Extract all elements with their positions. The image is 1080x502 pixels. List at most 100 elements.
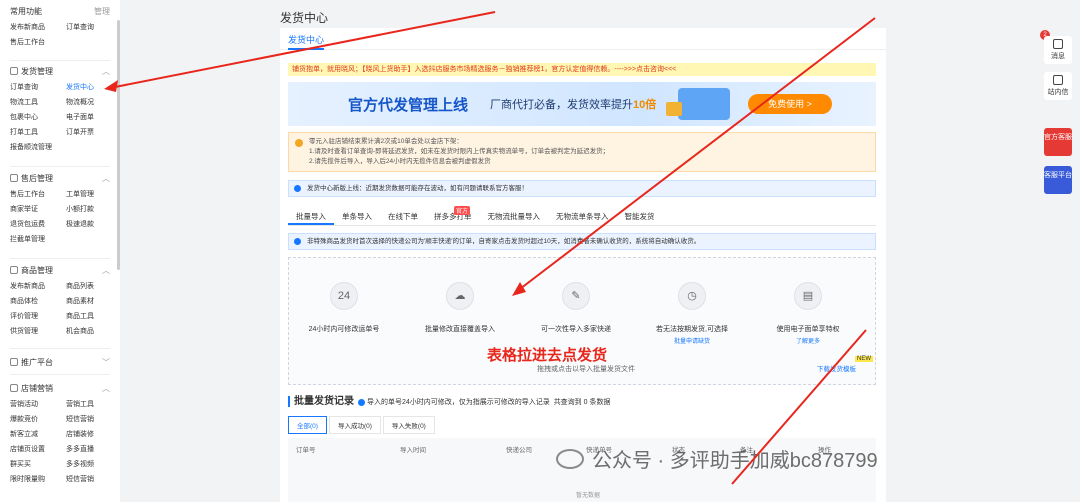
sidebar-aftersale-title[interactable]: 售后管理	[21, 173, 53, 184]
promo-banner[interactable]: 官方代发管理上线 厂商代打必备，发货效率提升10倍 免费使用 >	[288, 82, 876, 126]
column-header: 订单号	[296, 447, 316, 454]
chevron-up-icon[interactable]: ︿	[102, 173, 110, 184]
info-icon	[294, 185, 301, 192]
promo-notice[interactable]: 铺货抱单，就用晓风；【晓风上货助手】入选抖店服务市场精选服务－独销推荐榜1，官方…	[288, 63, 876, 76]
sidebar-goods-section: 商品管理 ︿ 发布新商品 商品列表 商品体检 商品素材 评价管理 商品工具 供货管…	[10, 263, 110, 337]
sidebar-item[interactable]: 群买买	[10, 459, 66, 470]
official-service-button[interactable]: 官方客服	[1044, 128, 1072, 156]
sidebar-item[interactable]: 多多视频	[66, 459, 112, 470]
sidebar-item[interactable]: 短信营销	[66, 474, 112, 485]
tab-success[interactable]: 导入成功(0)	[328, 416, 381, 434]
sidebar-goods-title[interactable]: 商品管理	[21, 265, 53, 276]
sidebar-item[interactable]: 多多直播	[66, 444, 112, 455]
sidebar-item[interactable]: 订单查询	[66, 22, 112, 33]
sidebar-item-shipping-center[interactable]: 发货中心	[66, 82, 112, 93]
sidebar-item[interactable]: 订单查询	[10, 82, 66, 93]
banner-subtitle-text: 厂商代打必备，发货效率提升	[490, 99, 633, 111]
sidebar-item[interactable]: 店铺页设置	[10, 444, 66, 455]
tab-no-logistics-batch[interactable]: 无物流批量导入	[480, 208, 549, 225]
sidebar-item[interactable]: 爆款竞价	[10, 414, 66, 425]
sidebar-item[interactable]: 发布新商品	[10, 22, 66, 33]
watermark: 公众号 · 多评助手加威bc878799	[556, 444, 878, 473]
tab-single-import[interactable]: 单条导入	[334, 208, 380, 225]
sidebar-item[interactable]: 新客立减	[10, 429, 66, 440]
column-header: 导入时间	[400, 447, 426, 454]
sidebar-item[interactable]: 售后工作台	[10, 37, 66, 48]
sidebar-shipping-title[interactable]: 发货管理	[21, 66, 53, 77]
sidebar-item[interactable]: 店铺装修	[66, 429, 112, 440]
download-template-link[interactable]: 下载发货模板	[817, 363, 856, 373]
sidebar-item[interactable]: 营销工具	[66, 399, 112, 410]
divider	[10, 374, 110, 375]
sidebar-item[interactable]: 包裹中心	[10, 112, 66, 123]
sidebar-item[interactable]: 打单工具	[10, 127, 66, 138]
tab-all[interactable]: 全部(0)	[288, 416, 327, 434]
sidebar-marketing-title[interactable]: 店铺营销	[21, 383, 53, 394]
tab-no-logistics-single[interactable]: 无物流单条导入	[548, 208, 617, 225]
sidebar-item[interactable]: 评价管理	[10, 311, 66, 322]
inbox-label: 站内信	[1047, 89, 1069, 96]
sidebar-item[interactable]: 商品素材	[66, 296, 112, 307]
inbox-button[interactable]: 站内信	[1044, 72, 1072, 100]
sidebar-item[interactable]: 极速退款	[66, 219, 112, 230]
sidebar-item[interactable]: 报备顺流管理	[10, 142, 66, 153]
sidebar-item[interactable]: 物流工具	[10, 97, 66, 108]
sidebar-scrollbar[interactable]	[117, 20, 120, 270]
sidebar-item[interactable]: 小额打款	[66, 204, 112, 215]
cloud-icon: ☁	[446, 282, 474, 310]
box-icon	[10, 266, 18, 274]
sidebar-aftersale-section: 售后管理 ︿ 售后工作台 工单管理 商家举证 小额打款 退货包运费 极速退款 拦截…	[10, 171, 110, 245]
free-use-button[interactable]: 免费使用 >	[748, 94, 832, 114]
tab-pdd-print[interactable]: 拼多多打单	[426, 208, 480, 225]
sidebar-item[interactable]: 物流概况	[66, 97, 112, 108]
sidebar-item[interactable]: 拦截单管理	[10, 234, 66, 245]
mail-icon	[1053, 75, 1063, 85]
tab-failed[interactable]: 导入失败(0)	[382, 416, 435, 434]
feature-title: 使用电子面单享特权	[776, 326, 840, 333]
banner-title: 官方代发管理上线	[348, 97, 469, 114]
tab-smart-ship[interactable]: 智能发货	[617, 208, 663, 225]
sidebar-item[interactable]: 订单开票	[66, 127, 112, 138]
warning-box: 零元入驻店铺结束累计满2次或10单会处以金店下架： 1.请及时查看订单查询-即将…	[288, 132, 876, 172]
chevron-up-icon[interactable]: ︿	[102, 66, 110, 77]
sidebar-item[interactable]: 短信营销	[66, 414, 112, 425]
manage-link[interactable]: 管理	[94, 6, 110, 17]
sidebar-item[interactable]: 供货管理	[10, 326, 66, 337]
message-button[interactable]: 消息	[1044, 36, 1072, 64]
sidebar-item[interactable]: 商品体检	[10, 296, 66, 307]
sidebar-item[interactable]: 商品列表	[66, 281, 112, 292]
record-desc: 导入的单号24小时内可修改，仅为指展示可修改的导入记录	[367, 399, 550, 406]
sidebar-promo-title[interactable]: 推广平台	[21, 357, 53, 368]
document-edit-icon: ✎	[562, 282, 590, 310]
tab-batch-import[interactable]: 批量导入	[288, 208, 334, 225]
sidebar-item[interactable]: 商家举证	[10, 204, 66, 215]
apply-shortage-link[interactable]: 批量申请缺货	[637, 336, 747, 345]
upload-dropzone[interactable]: 24 24小时内可修改运单号 ☁ 批量修改直接覆盖导入 ✎ 可一次性导入多家快递 ◷ 若…	[288, 257, 876, 385]
chevron-down-icon[interactable]: ﹀	[102, 357, 110, 368]
page-title: 发货中心	[280, 11, 329, 25]
chevron-up-icon[interactable]: ︿	[102, 265, 110, 276]
sidebar-item[interactable]: 电子面单	[66, 112, 112, 123]
service-platform-button[interactable]: 客服平台	[1044, 166, 1072, 194]
tab-shipping-center[interactable]: 发货中心	[288, 33, 324, 46]
info-icon	[358, 398, 365, 406]
message-label: 消息	[1051, 53, 1065, 60]
sidebar-item[interactable]: 发布新商品	[10, 281, 66, 292]
learn-more-link[interactable]: 了解更多	[753, 336, 863, 345]
drag-upload-hint[interactable]: 拖拽或点击以导入批量发货文件	[537, 364, 635, 374]
bell-icon	[1053, 39, 1063, 49]
sidebar-item[interactable]: 商品工具	[66, 311, 112, 322]
sidebar-item[interactable]: 机会商品	[66, 326, 112, 337]
clock-24-icon: 24	[330, 282, 358, 310]
annotation-text: 表格拉进去点发货	[487, 347, 608, 364]
sidebar-item[interactable]: 营销活动	[10, 399, 66, 410]
sidebar-item[interactable]: 工单管理	[66, 189, 112, 200]
sidebar-common-title: 常用功能	[10, 6, 42, 16]
truck-icon	[10, 67, 18, 75]
sidebar-item[interactable]: 售后工作台	[10, 189, 66, 200]
feature-title: 可一次性导入多家快递	[541, 326, 611, 333]
tab-online-order[interactable]: 在线下单	[380, 208, 426, 225]
chevron-up-icon[interactable]: ︿	[102, 383, 110, 394]
sidebar-item[interactable]: 退货包运费	[10, 219, 66, 230]
sidebar-item[interactable]: 限时限量购	[10, 474, 66, 485]
